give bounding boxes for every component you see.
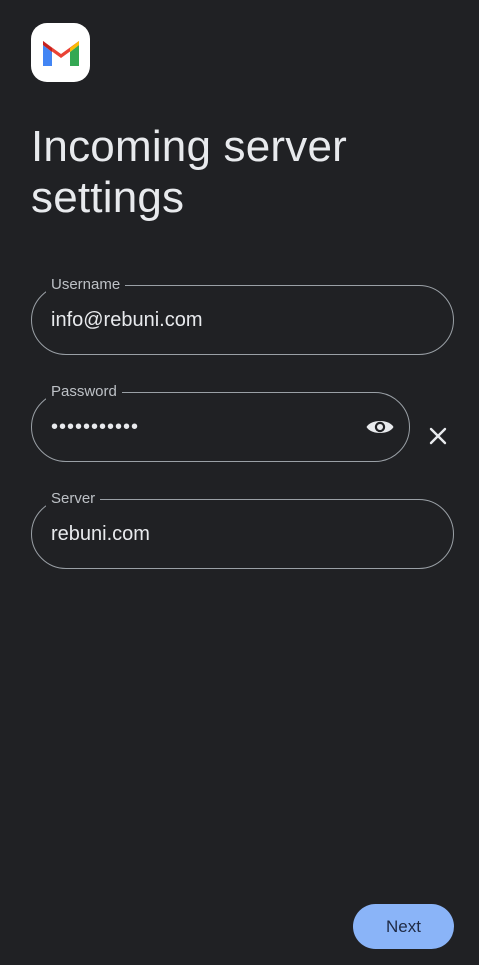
next-button[interactable]: Next <box>353 904 454 949</box>
password-field[interactable]: Password <box>31 383 410 462</box>
server-field[interactable]: Server <box>31 490 454 569</box>
close-icon[interactable] <box>426 424 450 448</box>
gmail-logo-icon <box>42 40 79 66</box>
username-field[interactable]: Username <box>31 276 454 355</box>
password-input[interactable] <box>51 393 348 461</box>
username-input[interactable] <box>51 286 432 354</box>
page-title: Incoming server settings <box>31 122 348 222</box>
eye-icon[interactable] <box>365 416 395 438</box>
server-input[interactable] <box>51 500 432 568</box>
gmail-logo <box>31 23 90 82</box>
